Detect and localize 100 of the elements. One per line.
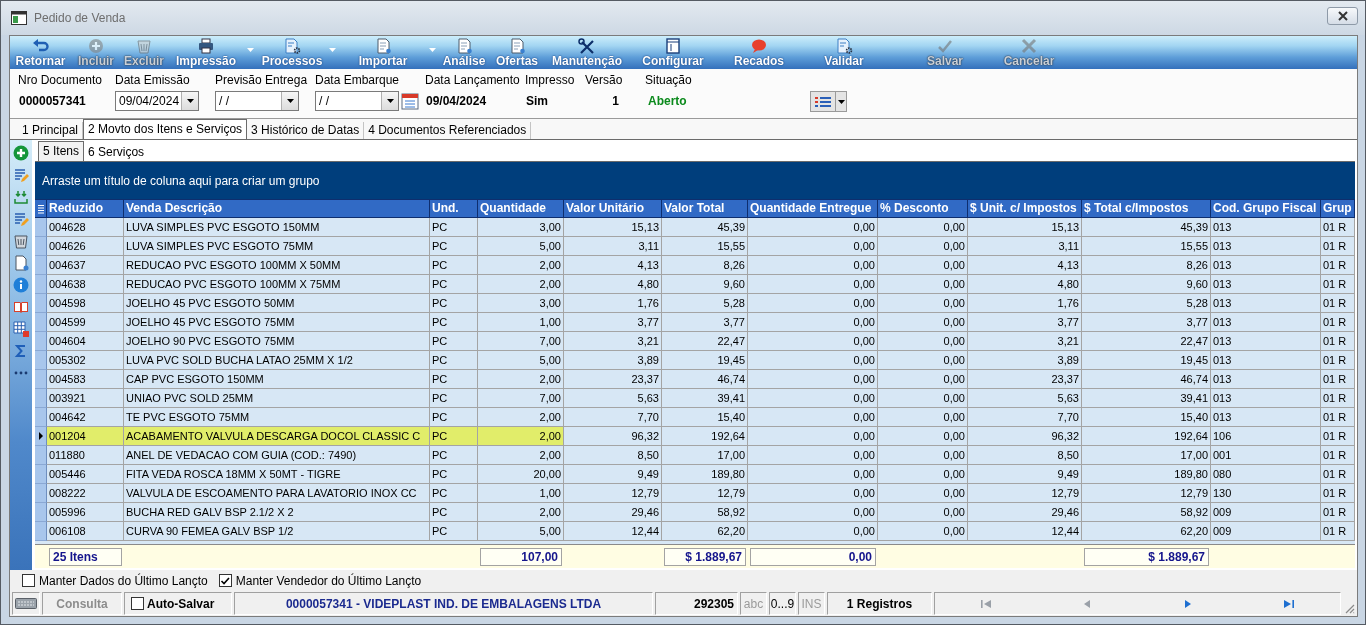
- table-cell: 46,74: [1082, 370, 1211, 389]
- table-cell: 130: [1211, 484, 1321, 503]
- tab[interactable]: 2 Movto dos Itens e Serviços: [83, 119, 248, 139]
- table-cell: 009: [1211, 503, 1321, 522]
- table-cell: PC: [430, 237, 478, 256]
- table-cell: 01 R: [1321, 370, 1355, 389]
- table-cell: 189,80: [662, 465, 748, 484]
- trash-icon[interactable]: [13, 233, 29, 249]
- table-cell: 5,00: [478, 522, 564, 541]
- table-cell: 0,00: [878, 332, 968, 351]
- table-cell: PC: [430, 332, 478, 351]
- dropdown-button[interactable]: [181, 92, 198, 110]
- date-combo[interactable]: / /: [215, 91, 299, 111]
- toolbar-button[interactable]: Configurar: [629, 36, 717, 69]
- tray-arrows-icon[interactable]: [13, 189, 29, 205]
- row-selector[interactable]: [35, 427, 47, 446]
- table-cell: 005996: [47, 503, 124, 522]
- calendar-icon[interactable]: [401, 92, 419, 110]
- table-cell: 23,37: [564, 370, 662, 389]
- keyboard-indicator: 0...9: [769, 592, 796, 615]
- column-header[interactable]: $ Unit. c/ Impostos: [968, 199, 1082, 218]
- column-header[interactable]: Grup: [1321, 199, 1355, 218]
- toolbar-button[interactable]: Impressão: [167, 36, 245, 69]
- document-gear-icon: [283, 37, 301, 54]
- total-value: 107,00: [480, 547, 562, 566]
- table-cell: 0,00: [878, 427, 968, 446]
- toolbar-button[interactable]: Retornar: [10, 36, 71, 69]
- toolbar-button[interactable]: Recados: [717, 36, 801, 69]
- toolbar-button[interactable]: Análise: [439, 36, 489, 69]
- skip-forward-icon[interactable]: [1283, 597, 1296, 610]
- toolbar-button[interactable]: Ofertas: [489, 36, 545, 69]
- caret-icon[interactable]: [329, 47, 336, 52]
- view-button[interactable]: [810, 91, 836, 112]
- caret-icon[interactable]: [429, 47, 436, 52]
- caret-icon: [837, 99, 845, 104]
- table-cell: 0,00: [748, 294, 878, 313]
- tab[interactable]: 5 Itens: [38, 141, 85, 161]
- grid-icon[interactable]: [13, 321, 29, 337]
- checkbox-label: Manter Dados do Último Lançto: [39, 573, 208, 588]
- trash-icon: [135, 37, 153, 54]
- table-cell: 005302: [47, 351, 124, 370]
- list-icon: [36, 203, 45, 214]
- table-cell: REDUCAO PVC ESGOTO 100MM X 75MM: [124, 275, 430, 294]
- table-cell: 013: [1211, 294, 1321, 313]
- tab[interactable]: 6 Serviços: [84, 144, 149, 161]
- table-cell: CAP PVC ESGOTO 150MM: [124, 370, 430, 389]
- checkbox[interactable]: [131, 597, 144, 610]
- column-header[interactable]: Valor Total: [662, 199, 748, 218]
- book-icon[interactable]: [13, 299, 29, 315]
- table-cell: 0,00: [878, 218, 968, 237]
- table-cell: 12,44: [968, 522, 1082, 541]
- date-combo[interactable]: / /: [315, 91, 399, 111]
- table-cell: 7,00: [478, 332, 564, 351]
- document-icon[interactable]: [13, 255, 29, 271]
- dropdown-button[interactable]: [281, 92, 298, 110]
- list-edit-icon[interactable]: [13, 167, 29, 183]
- total-value: 0,00: [750, 547, 876, 566]
- table-cell: 9,60: [662, 275, 748, 294]
- table-cell: 0,00: [748, 389, 878, 408]
- table-cell: 45,39: [1082, 218, 1211, 237]
- plus-circle-icon[interactable]: [13, 145, 29, 161]
- info-icon[interactable]: [13, 277, 29, 293]
- date-combo[interactable]: 09/04/2024: [115, 91, 199, 111]
- table-cell: PC: [430, 465, 478, 484]
- toolbar-button[interactable]: Importar: [339, 36, 427, 69]
- close-button[interactable]: [1327, 7, 1358, 25]
- table-cell: 39,41: [1082, 389, 1211, 408]
- table-cell: 8,50: [968, 446, 1082, 465]
- table-cell: LUVA PVC SOLD BUCHA LATAO 25MM X 1/2: [124, 351, 430, 370]
- checkbox[interactable]: [218, 574, 232, 587]
- column-header[interactable]: Quantidade: [478, 199, 564, 218]
- checkbox[interactable]: [22, 574, 35, 587]
- column-header[interactable]: Und.: [430, 199, 478, 218]
- column-header[interactable]: Cod. Grupo Fiscal: [1211, 199, 1321, 218]
- app-window-icon: [11, 11, 27, 25]
- table-cell: 0,00: [878, 351, 968, 370]
- column-header[interactable]: % Desconto: [878, 199, 968, 218]
- caret-icon[interactable]: [247, 47, 254, 52]
- table-cell: 01 R: [1321, 408, 1355, 427]
- size-grip-icon[interactable]: [1343, 602, 1355, 614]
- column-header[interactable]: Reduzido: [47, 199, 124, 218]
- column-header[interactable]: Valor Unitário: [564, 199, 662, 218]
- column-header[interactable]: Quantidade Entregue: [748, 199, 878, 218]
- list-edit-icon[interactable]: [13, 211, 29, 227]
- dropdown-button[interactable]: [381, 92, 398, 110]
- column-chooser-button[interactable]: [35, 199, 47, 218]
- field-value: 1: [611, 94, 619, 108]
- keyboard-button[interactable]: [12, 592, 40, 615]
- dropdown-button[interactable]: [836, 91, 847, 112]
- column-header[interactable]: $ Total c/Impostos: [1082, 199, 1211, 218]
- table-cell: 01 R: [1321, 427, 1355, 446]
- toolbar-button[interactable]: Validar: [801, 36, 887, 69]
- toolbar-button[interactable]: Processos: [257, 36, 327, 69]
- table-cell: 106: [1211, 427, 1321, 446]
- field-value: 09/04/2024: [425, 94, 487, 108]
- table-cell: 0,00: [748, 351, 878, 370]
- toolbar-button[interactable]: Manutenção: [545, 36, 629, 69]
- table-cell: 4,80: [564, 275, 662, 294]
- table-cell: 004626: [47, 237, 124, 256]
- column-header[interactable]: Venda Descrição: [124, 199, 430, 218]
